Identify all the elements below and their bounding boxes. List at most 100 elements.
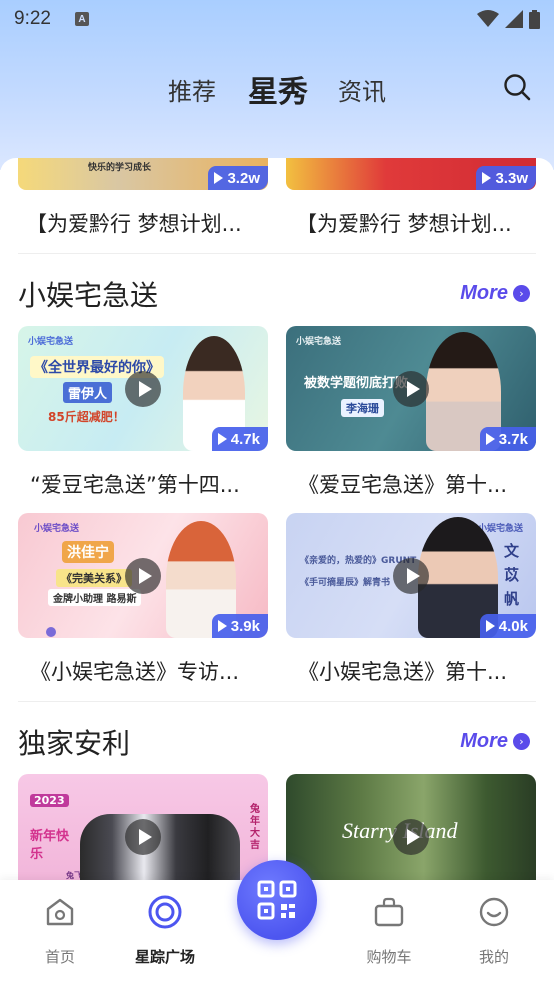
video-grid: 小娱宅急送 《全世界最好的你》 雷伊人 85斤超减肥！ 4.7k “爱豆宅急送”…	[0, 326, 554, 701]
nav-label: 我的	[478, 948, 509, 966]
notification-badge-icon: A	[74, 12, 89, 26]
more-label: More	[460, 730, 508, 752]
view-count-badge: 4.0k	[479, 614, 536, 638]
nav-label: 首页	[44, 948, 75, 966]
play-icon[interactable]	[393, 557, 429, 594]
thumbnail-name: 李海珊	[341, 399, 384, 417]
nav-cart[interactable]: 购物车	[349, 894, 429, 967]
star-circle-icon	[147, 894, 183, 930]
play-triangle-icon	[214, 172, 224, 184]
play-icon[interactable]	[125, 557, 161, 594]
section-title: 独家安利	[18, 727, 131, 760]
play-triangle-icon	[485, 433, 495, 445]
video-thumbnail[interactable]: 小娱宅急送 洪佳宁 《完美关系》 金牌小助理 路易斯 3.9k	[18, 513, 268, 638]
qr-code-icon	[257, 880, 297, 920]
tab-news[interactable]: 资讯	[338, 72, 386, 107]
thumbnail-subline: 85斤超减肥！	[48, 410, 125, 424]
more-label: More	[460, 282, 508, 304]
video-thumbnail[interactable]: 2023 新年快乐 兔飞猛进 兔年大吉	[18, 774, 268, 880]
top-tabs: 推荐 星秀 资讯	[0, 62, 554, 112]
thumbnail-subline: 金牌小助理 路易斯	[48, 589, 142, 606]
video-title[interactable]: 《小娱宅急送》专访...	[18, 656, 268, 686]
view-count: 3.2w	[227, 169, 260, 187]
thumbnail-subline: 《手可摘星辰》解青书	[300, 578, 391, 588]
decorative-dot	[46, 627, 56, 637]
profile-icon	[476, 894, 512, 930]
view-count: 3.3w	[495, 169, 528, 187]
video-card[interactable]: 2023 新年快乐 兔飞猛进 兔年大吉	[18, 774, 268, 880]
nav-star-plaza[interactable]: 星踪广场	[125, 894, 205, 967]
tab-star-show[interactable]: 星秀	[248, 67, 308, 111]
play-icon[interactable]	[393, 370, 429, 407]
more-button[interactable]: More ›	[460, 282, 530, 305]
play-triangle-icon	[217, 433, 227, 445]
view-count: 4.7k	[230, 430, 260, 448]
nav-profile[interactable]: 我的	[454, 894, 534, 967]
nav-label: 星踪广场	[134, 948, 195, 966]
thumbnail-headline: 《完美关系》	[56, 569, 132, 587]
view-count-badge: 3.3w	[476, 166, 536, 190]
video-title[interactable]: 《小娱宅急送》第十...	[286, 656, 536, 686]
section-title: 小娱宅急送	[18, 279, 159, 312]
thumbnail-name: 文苡帆	[504, 542, 520, 608]
brand-tag: 小娱宅急送	[296, 337, 342, 347]
play-icon[interactable]	[393, 818, 429, 855]
previous-video-row: 快乐的学习成长 3.2w 3.3w 【为爱黔行 梦想计划... 【为爱黔行 梦想…	[0, 158, 554, 253]
video-thumbnail[interactable]: Starry Island	[286, 774, 536, 880]
video-card[interactable]: 小娱宅急送 《亲爱的，热爱的》GRUNT 《手可摘星辰》解青书 文苡帆 4.0k…	[286, 513, 536, 686]
thumbnail-year: 2023	[30, 794, 69, 807]
view-count: 4.0k	[498, 617, 528, 635]
play-triangle-icon	[482, 172, 492, 184]
status-bar: 9:22 A	[0, 0, 554, 38]
brand-tag: 小娱宅急送	[28, 337, 74, 347]
signal-icon	[505, 10, 523, 28]
tab-recommend[interactable]: 推荐	[168, 72, 216, 107]
group-photo-image	[80, 814, 240, 880]
thumbnail-tag: 兔年大吉	[250, 804, 260, 851]
thumbnail-headline: 新年快乐	[30, 829, 70, 862]
video-thumbnail[interactable]: 快乐的学习成长 3.2w	[18, 158, 268, 190]
video-title[interactable]: 《爱豆宅急送》第十...	[286, 469, 536, 499]
view-count-badge: 3.2w	[208, 166, 268, 190]
video-thumbnail[interactable]: 小娱宅急送 被数学题彻底打败 李海珊 3.7k	[286, 326, 536, 451]
scan-button[interactable]	[237, 860, 317, 940]
video-card[interactable]: Starry Island	[286, 774, 536, 880]
video-title[interactable]: 【为爱黔行 梦想计划...	[296, 208, 512, 238]
nav-label: 购物车	[366, 948, 412, 966]
video-title[interactable]: “爱豆宅急送”第十四...	[18, 469, 268, 499]
chevron-right-icon: ›	[513, 285, 530, 302]
wifi-icon	[477, 10, 499, 27]
cart-icon	[371, 894, 407, 930]
section-header: 独家安利 More ›	[0, 702, 554, 774]
chevron-right-icon: ›	[513, 733, 530, 750]
play-triangle-icon	[217, 620, 227, 632]
feed-content: 快乐的学习成长 3.2w 3.3w 【为爱黔行 梦想计划... 【为爱黔行 梦想…	[0, 158, 554, 880]
nav-home[interactable]: 首页	[20, 894, 100, 967]
play-triangle-icon	[485, 620, 495, 632]
brand-tag: 小娱宅急送	[34, 524, 80, 534]
view-count-badge: 3.9k	[211, 614, 268, 638]
view-count-badge: 4.7k	[211, 427, 268, 451]
view-count-badge: 3.7k	[479, 427, 536, 451]
section-header: 小娱宅急送 More ›	[0, 254, 554, 326]
view-count: 3.7k	[498, 430, 528, 448]
video-thumbnail[interactable]: 小娱宅急送 《亲爱的，热爱的》GRUNT 《手可摘星辰》解青书 文苡帆 4.0k	[286, 513, 536, 638]
play-icon[interactable]	[125, 370, 161, 407]
thumbnail-name: 雷伊人	[63, 382, 113, 403]
video-thumbnail[interactable]: 3.3w	[286, 158, 536, 190]
search-icon[interactable]	[502, 72, 532, 102]
home-icon	[42, 894, 78, 930]
play-icon[interactable]	[125, 818, 161, 855]
more-button[interactable]: More ›	[460, 730, 530, 753]
thumbnail-caption: 快乐的学习成长	[88, 163, 152, 173]
thumbnail-name: 洪佳宁	[62, 541, 114, 563]
view-count: 3.9k	[230, 617, 260, 635]
video-card[interactable]: 小娱宅急送 洪佳宁 《完美关系》 金牌小助理 路易斯 3.9k 《小娱宅急送》专…	[18, 513, 268, 686]
status-time: 9:22	[14, 8, 51, 29]
video-card[interactable]: 小娱宅急送 《全世界最好的你》 雷伊人 85斤超减肥！ 4.7k “爱豆宅急送”…	[18, 326, 268, 499]
video-thumbnail[interactable]: 小娱宅急送 《全世界最好的你》 雷伊人 85斤超减肥！ 4.7k	[18, 326, 268, 451]
video-title[interactable]: 【为爱黔行 梦想计划...	[26, 208, 242, 238]
status-indicators	[477, 9, 540, 29]
battery-icon	[529, 9, 540, 29]
video-card[interactable]: 小娱宅急送 被数学题彻底打败 李海珊 3.7k 《爱豆宅急送》第十...	[286, 326, 536, 499]
